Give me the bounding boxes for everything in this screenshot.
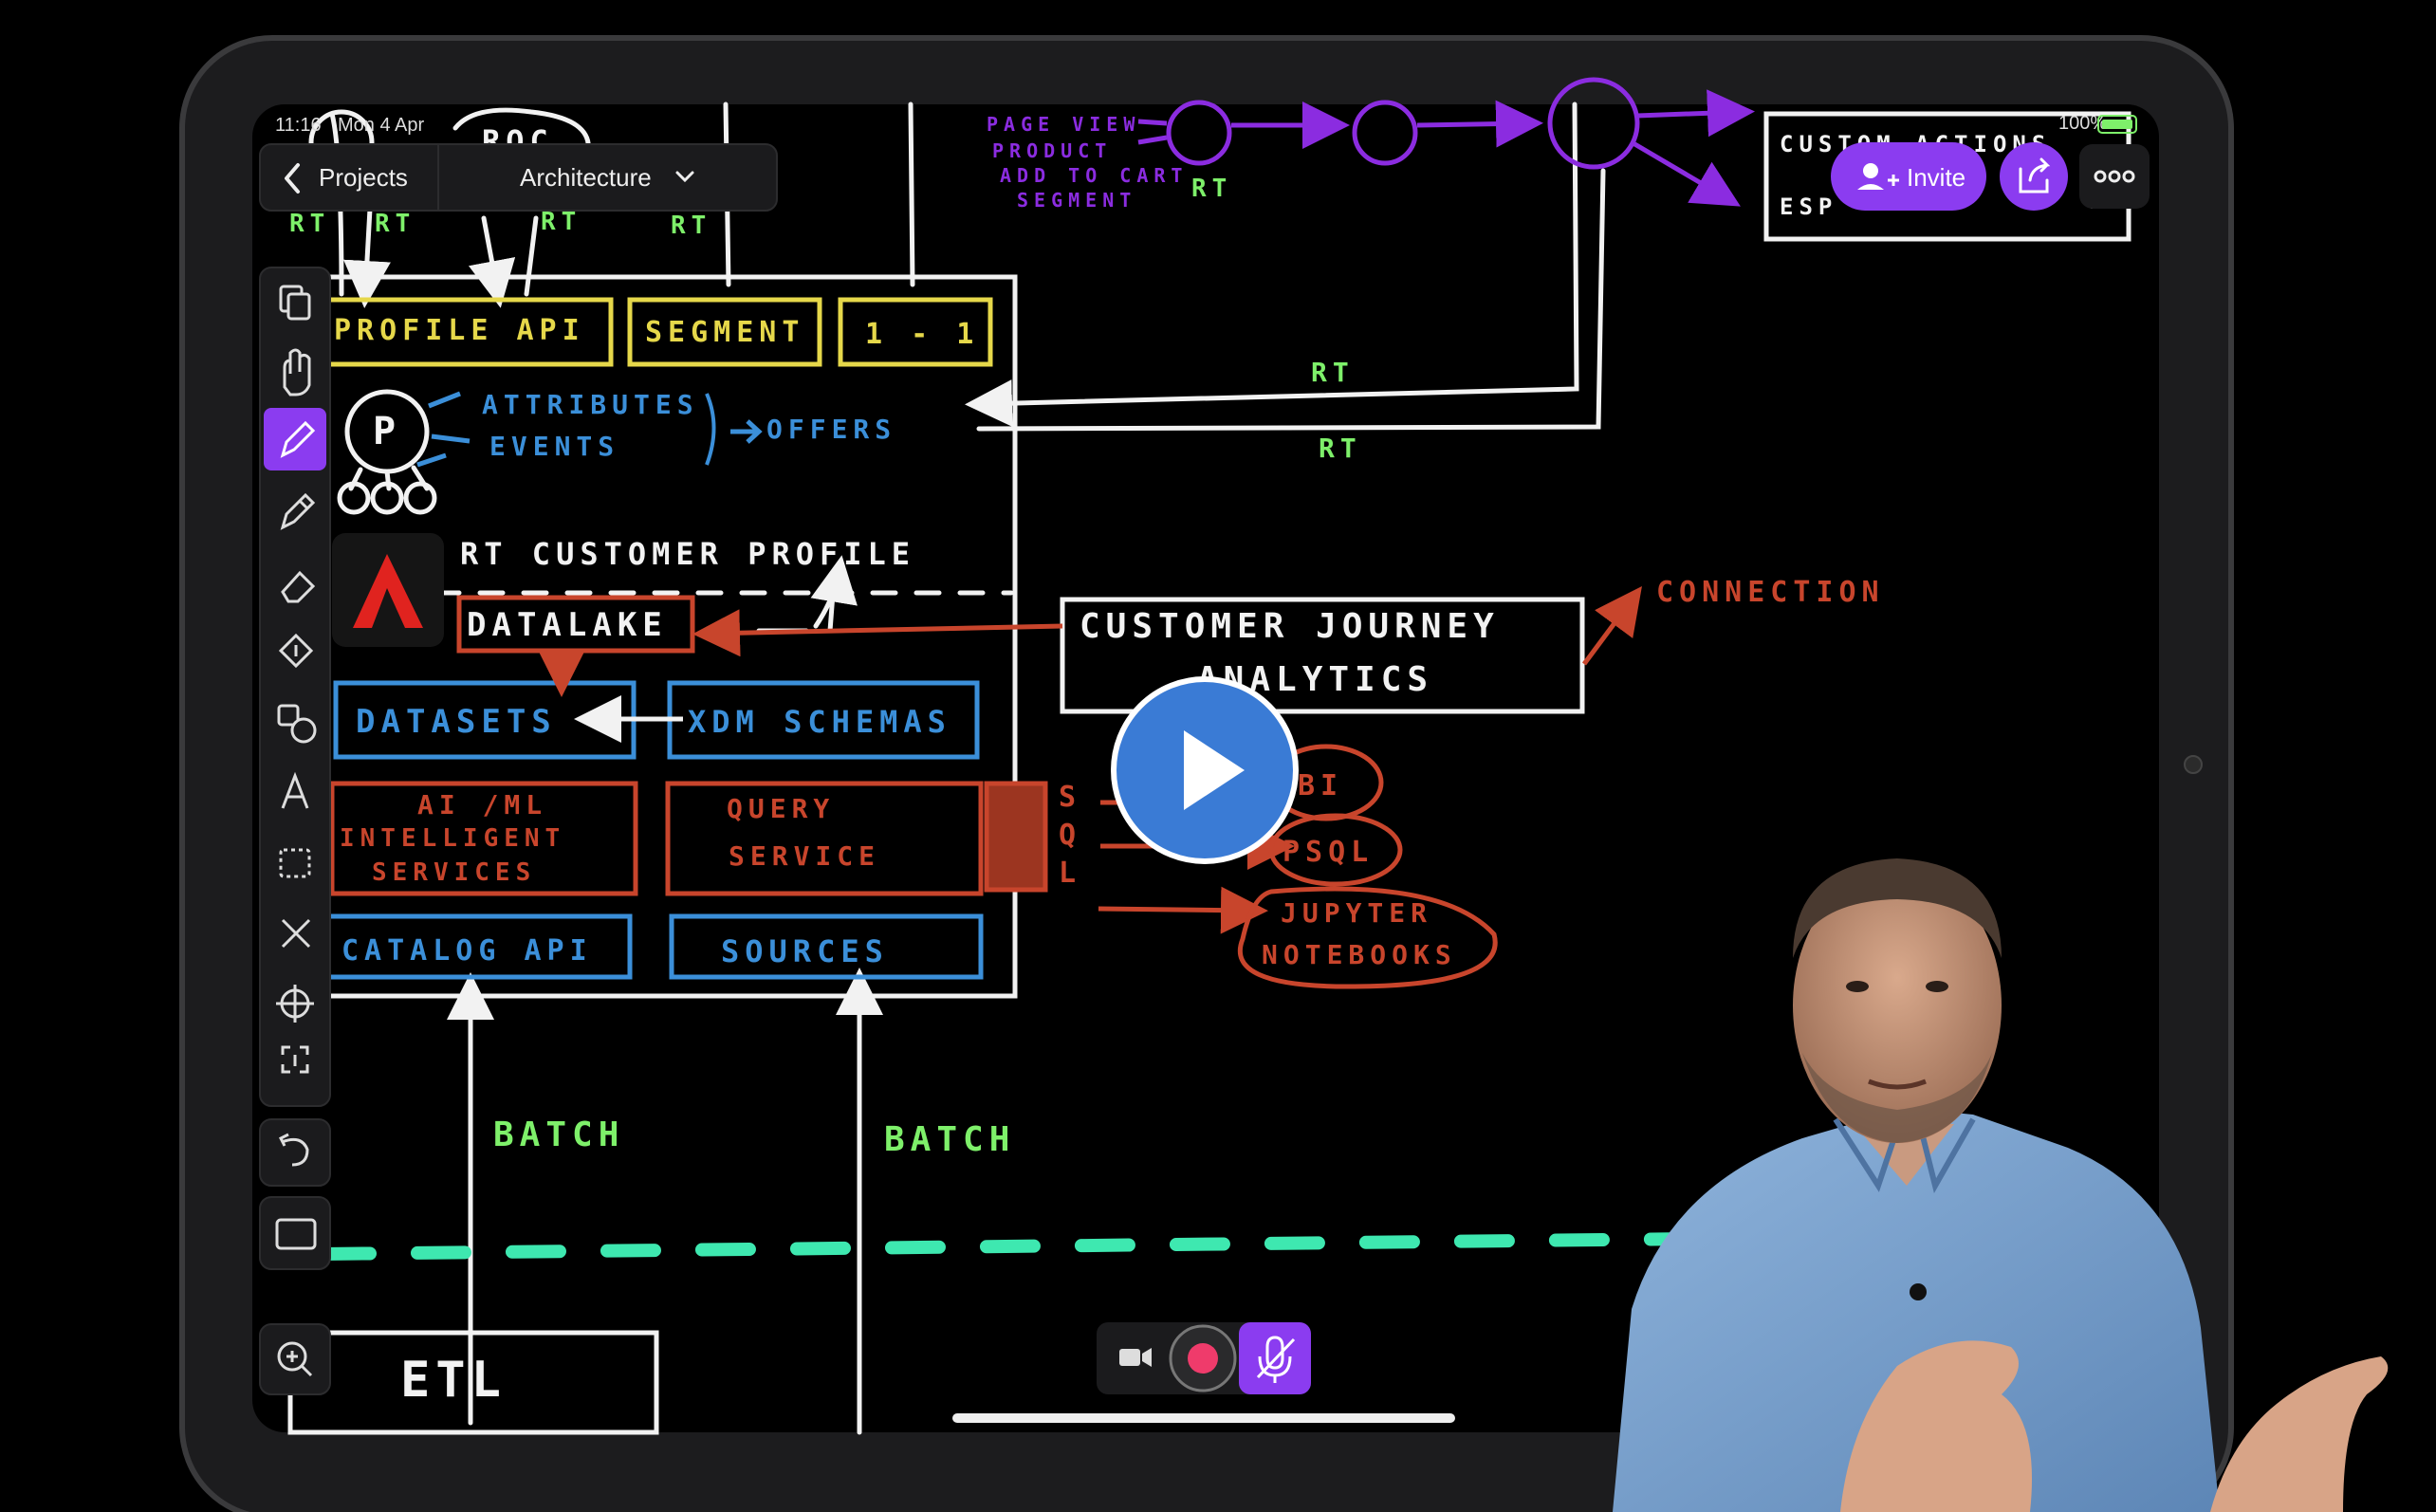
sql-letter-l: L <box>1059 857 1081 890</box>
nav-bar: Projects Architecture <box>259 143 778 212</box>
presenter-eye-left <box>1846 981 1869 992</box>
battery-fill <box>2102 120 2132 129</box>
profile-icon-letter: P <box>373 410 401 453</box>
share-button-bg <box>2000 142 2068 211</box>
record-dot-icon <box>1188 1343 1218 1374</box>
presenter-hand-right <box>2210 1356 2389 1512</box>
datasets-label: DATASETS <box>356 703 557 741</box>
query-scribble <box>984 781 1048 893</box>
rt-label-bottom: RT <box>1319 433 1362 464</box>
batch-label-left: BATCH <box>493 1116 624 1154</box>
sql-letter-s: S <box>1059 781 1081 814</box>
services-label: SERVICES <box>372 858 536 887</box>
record-button[interactable] <box>1169 1324 1237 1392</box>
one-to-one-label: 1 - 1 <box>865 318 979 351</box>
mic-toggle[interactable] <box>1239 1322 1311 1394</box>
left-toolbar <box>259 267 331 1395</box>
project-title: Architecture <box>520 163 652 192</box>
rt-label: RT <box>375 210 415 238</box>
add-to-cart-label: ADD TO CART <box>1000 164 1188 187</box>
rt-label: RT <box>541 208 581 236</box>
rt-label-top: RT <box>1311 357 1355 388</box>
attributes-label: ATTRIBUTES <box>482 389 699 420</box>
product-label: PRODUCT <box>992 139 1112 162</box>
status-date: Mon 4 Apr <box>338 115 425 136</box>
screen: P ROC RT RT RT CUSTOMER PROFILE CUSTOMER… <box>179 35 2389 1512</box>
datalake-label: DATALAKE <box>467 606 668 644</box>
invite-label: Invite <box>1907 163 1965 192</box>
events-label: EVENTS <box>489 431 619 462</box>
rt-customer-profile-label: RT CUSTOMER PROFILE <box>460 536 915 572</box>
home-indicator <box>952 1413 1455 1423</box>
video-camera-icon <box>1119 1349 1140 1366</box>
rt-label-purple: RT <box>1191 175 1232 203</box>
etl-label: ETL <box>400 1352 507 1409</box>
service-label: SERVICE <box>729 840 880 872</box>
page-view-label: PAGE VIEW <box>987 113 1140 136</box>
notebooks-label: NOTEBOOKS <box>1262 939 1457 970</box>
status-time: 11:16 <box>275 115 322 136</box>
profile-api-label: PROFILE API <box>334 314 585 347</box>
psql-label: PSQL <box>1283 836 1374 869</box>
invite-button[interactable]: Invite <box>1831 142 1986 211</box>
offers-label: OFFERS <box>766 414 896 445</box>
sources-label: SOURCES <box>721 933 889 969</box>
xdm-schemas-label: XDM SCHEMAS <box>688 704 951 740</box>
query-label: QUERY <box>727 793 835 824</box>
intelligent-label: INTELLIGENT <box>340 824 565 853</box>
rt-label: RT <box>289 210 330 238</box>
presenter-eye-right <box>1926 981 1948 992</box>
more-button[interactable] <box>2079 144 2150 209</box>
batch-label-right: BATCH <box>884 1120 1015 1159</box>
lapel-mic-icon <box>1910 1283 1927 1300</box>
sql-letter-q: Q <box>1059 819 1081 852</box>
tool-pen-active-bg <box>264 408 326 470</box>
camera-icon <box>2184 755 2203 774</box>
play-button[interactable] <box>1111 676 1299 864</box>
recording-controls <box>1097 1322 1311 1394</box>
back-label: Projects <box>319 163 408 192</box>
add-user-icon <box>1863 163 1878 178</box>
segment-label: SEGMENT <box>645 316 804 349</box>
connection-label: CONNECTION <box>1656 576 1885 609</box>
ai-ml-label: AI /ML <box>417 789 547 821</box>
zoom-panel <box>259 1323 331 1395</box>
more-button-bg <box>2079 144 2150 209</box>
segment-event-label: SEGMENT <box>1017 189 1136 212</box>
undo-panel <box>259 1118 331 1187</box>
copy-add-icon-front <box>286 292 311 321</box>
share-button[interactable] <box>2000 142 2068 211</box>
cja-line1: CUSTOMER JOURNEY <box>1080 607 1500 646</box>
catalog-api-label: CATALOG API <box>341 934 593 968</box>
esp-label: ESP <box>1780 194 1837 220</box>
rt-label: RT <box>671 212 711 240</box>
frame-panel <box>259 1196 331 1270</box>
jupyter-label: JUPYTER <box>1281 897 1432 929</box>
shapes-icon-circle <box>290 717 317 744</box>
bi-label: BI <box>1298 769 1343 802</box>
